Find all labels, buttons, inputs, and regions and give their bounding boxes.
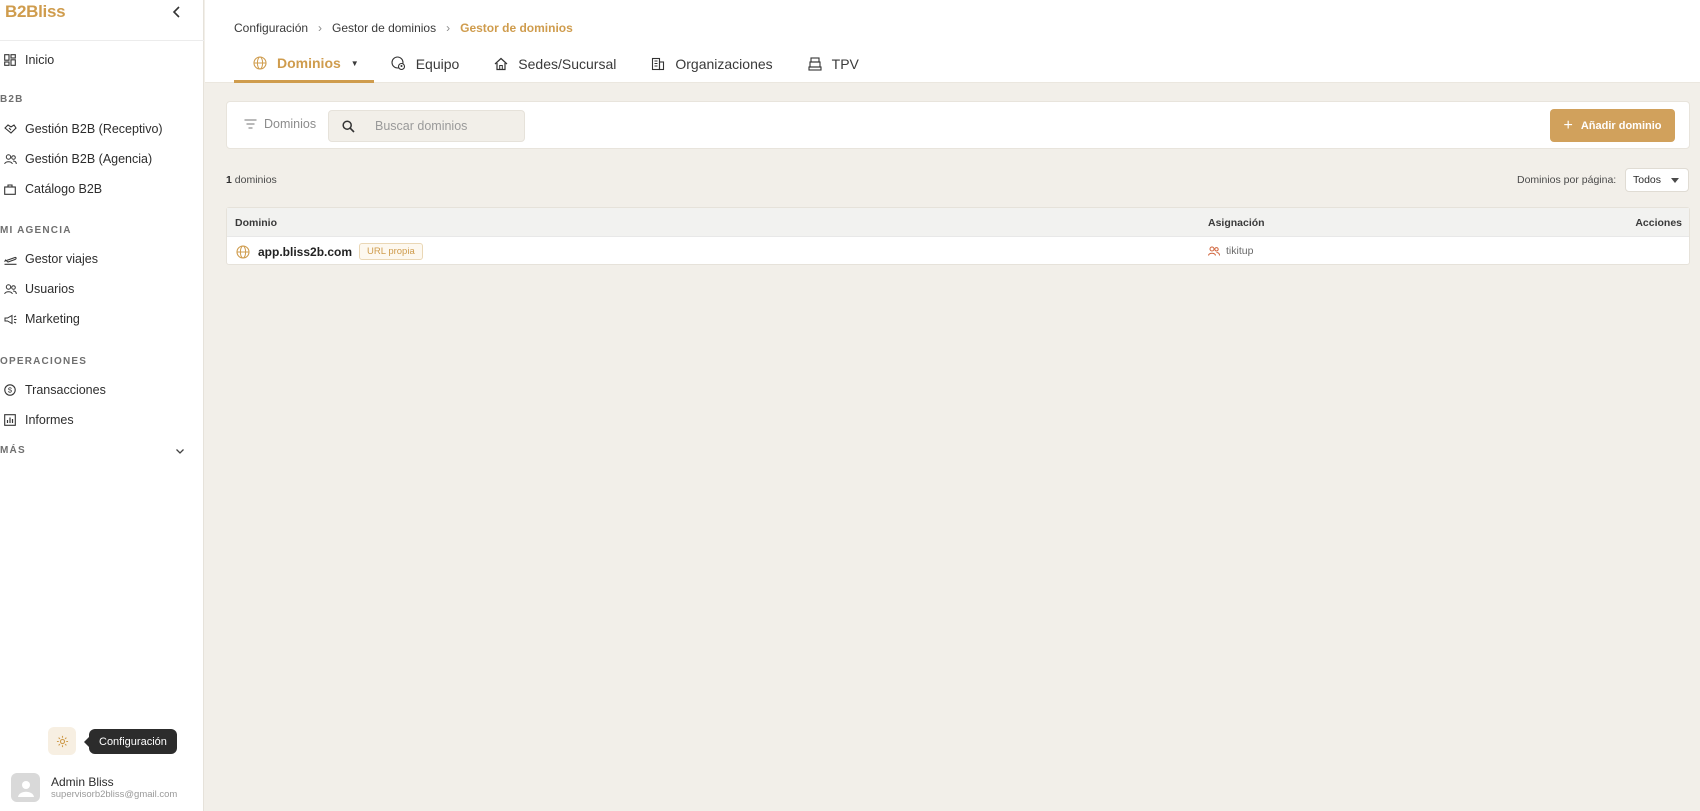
tab-label: Sedes/Sucursal — [518, 55, 617, 72]
filter-icon — [244, 117, 258, 131]
users-icon — [3, 282, 17, 296]
domains-toolbar: Dominios + Añadir dominio — [226, 101, 1690, 149]
assignment-name: tikitup — [1226, 245, 1254, 257]
search-icon — [342, 119, 356, 133]
group-icon — [1208, 245, 1220, 257]
url-badge: URL propia — [359, 243, 423, 260]
page-header: Configuración › Gestor de dominios › Ges… — [205, 0, 1700, 83]
plus-icon: + — [1563, 116, 1573, 134]
user-email: supervisorb2bliss@gmail.com — [51, 789, 178, 800]
section-title-b2b: B2B — [0, 94, 24, 105]
handshake-icon — [3, 122, 17, 136]
sidebar-item-inicio[interactable]: Inicio — [0, 47, 200, 73]
sidebar-item-marketing[interactable]: Marketing — [0, 306, 200, 332]
tab-label: Dominios — [277, 55, 341, 71]
per-page-value: Todos — [1633, 174, 1662, 186]
tab-dominios[interactable]: Dominios ▼ — [234, 46, 374, 83]
sidebar-item-label: Catálogo B2B — [25, 182, 103, 196]
settings-button[interactable] — [48, 727, 76, 755]
sidebar-item-label: Gestión B2B (Agencia) — [25, 152, 153, 166]
sidebar-item-label: Usuarios — [25, 282, 75, 296]
avatar[interactable] — [11, 773, 40, 802]
search-input[interactable] — [375, 119, 505, 133]
tab-equipo[interactable]: Equipo — [374, 46, 477, 81]
settings-tooltip: Configuración — [84, 729, 177, 754]
section-title-operations: OPERACIONES — [0, 356, 88, 367]
column-header-actions: Acciones — [1635, 217, 1682, 229]
sidebar-item-gestion-agencia[interactable]: Gestión B2B (Agencia) — [0, 146, 200, 172]
report-icon — [3, 413, 17, 427]
svg-text:$: $ — [8, 386, 13, 395]
caret-down-icon — [1671, 178, 1679, 183]
tab-label: TPV — [831, 55, 859, 72]
results-count-number: 1 — [226, 174, 232, 186]
table-header: Dominio Asignación Acciones — [227, 208, 1689, 237]
domains-table: Dominio Asignación Acciones app.bliss2b.… — [226, 207, 1690, 265]
dashboard-icon — [3, 53, 17, 67]
per-page-select[interactable]: Todos — [1625, 168, 1689, 192]
results-count: 1 dominios — [226, 174, 277, 186]
tab-organizaciones[interactable]: Organizaciones — [633, 46, 789, 81]
section-title-more[interactable]: MÁS — [0, 445, 26, 456]
sidebar-divider — [0, 40, 204, 41]
domain-name[interactable]: app.bliss2b.com — [258, 245, 352, 259]
brand-logo[interactable]: B2Bliss — [5, 2, 66, 22]
chevron-down-icon[interactable] — [174, 444, 188, 458]
coin-icon: $ — [3, 383, 17, 397]
tab-tpv[interactable]: TPV — [790, 46, 876, 81]
column-header-domain[interactable]: Dominio — [235, 217, 277, 229]
assignment-cell: tikitup — [1208, 245, 1253, 257]
chevron-right-icon: › — [446, 21, 451, 35]
tab-bar: Dominios ▼ Equipo Sedes/Sucursal Organiz… — [234, 46, 876, 83]
add-domain-label: Añadir dominio — [1580, 119, 1662, 132]
collapse-sidebar-button[interactable] — [168, 2, 186, 22]
briefcase-icon — [3, 182, 17, 196]
filter-button[interactable]: Dominios — [244, 117, 316, 131]
table-row[interactable]: app.bliss2b.com URL propia tikitup — [227, 237, 1689, 264]
section-title-agency: MI AGENCIA — [0, 225, 72, 236]
globe-icon — [236, 244, 250, 259]
megaphone-icon — [3, 312, 17, 326]
sidebar-item-label: Gestor viajes — [25, 252, 98, 266]
tab-label: Equipo — [415, 55, 460, 72]
pos-terminal-icon — [807, 56, 823, 72]
filter-label: Dominios — [264, 117, 317, 131]
sidebar-item-transacciones[interactable]: $ Transacciones — [0, 377, 200, 403]
breadcrumb: Configuración › Gestor de dominios › Ges… — [234, 21, 573, 35]
tab-sedes[interactable]: Sedes/Sucursal — [476, 46, 633, 81]
results-count-suffix: dominios — [234, 174, 277, 186]
caret-down-icon[interactable]: ▼ — [351, 59, 359, 68]
tab-label: Organizaciones — [675, 55, 773, 72]
user-icon — [17, 780, 34, 797]
gear-icon — [56, 735, 68, 747]
sidebar-item-gestor-viajes[interactable]: Gestor viajes — [0, 246, 200, 272]
column-header-assignment[interactable]: Asignación — [1208, 217, 1265, 229]
sidebar-item-usuarios[interactable]: Usuarios — [0, 276, 200, 302]
sidebar-item-label: Gestión B2B (Receptivo) — [25, 122, 163, 136]
team-icon — [391, 56, 407, 72]
sidebar-item-label: Transacciones — [25, 383, 106, 397]
sidebar-item-label: Marketing — [25, 312, 80, 326]
search-box[interactable] — [328, 110, 525, 142]
globe-icon — [252, 55, 268, 71]
breadcrumb-item-gestor[interactable]: Gestor de dominios — [332, 21, 436, 35]
breadcrumb-item-current: Gestor de dominios — [460, 21, 573, 35]
sidebar-item-label: Informes — [25, 413, 74, 427]
per-page-label: Dominios por página: — [1517, 174, 1617, 186]
building-icon — [650, 56, 666, 72]
chevron-left-icon — [172, 6, 180, 18]
sidebar: B2Bliss Inicio B2B Gestión B2B (Receptiv… — [0, 0, 204, 811]
home-icon — [493, 56, 509, 72]
breadcrumb-item-configuracion[interactable]: Configuración — [234, 21, 308, 35]
flight-icon — [3, 252, 17, 266]
domain-cell: app.bliss2b.com URL propia — [236, 243, 423, 260]
add-domain-button[interactable]: + Añadir dominio — [1550, 109, 1675, 142]
sidebar-item-catalogo[interactable]: Catálogo B2B — [0, 176, 200, 202]
chevron-right-icon: › — [318, 21, 323, 35]
user-name: Admin Bliss — [51, 775, 114, 789]
sidebar-item-label: Inicio — [25, 53, 55, 67]
sidebar-item-informes[interactable]: Informes — [0, 407, 200, 433]
sidebar-item-gestion-receptivo[interactable]: Gestión B2B (Receptivo) — [0, 116, 200, 142]
users-icon — [3, 152, 17, 166]
